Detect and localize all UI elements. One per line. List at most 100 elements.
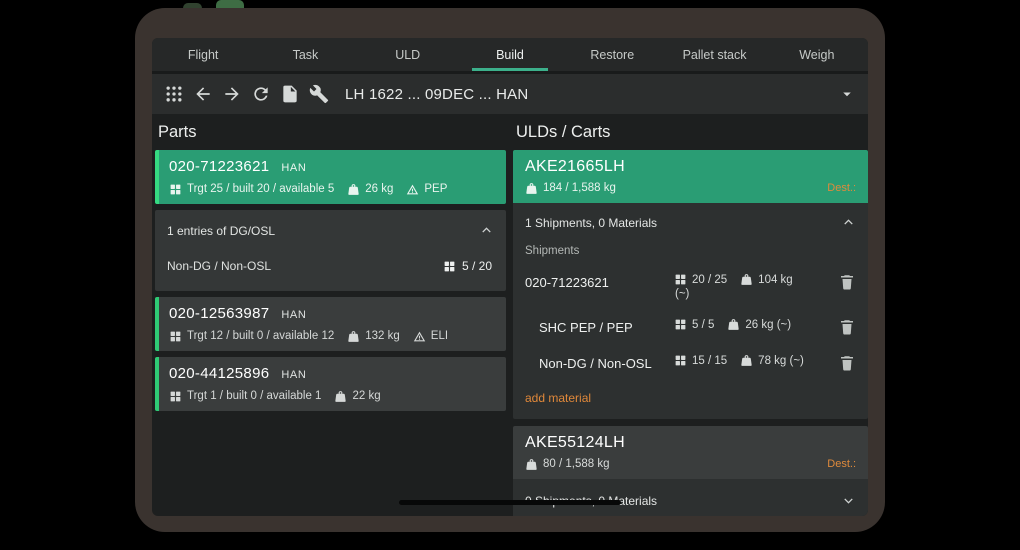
part-shc: ELI xyxy=(430,330,449,342)
uld-card-body: 0 Shipments, 0 Materials xyxy=(513,479,868,516)
shipment-label: SHC PEP / PEP xyxy=(539,320,633,335)
weight-icon xyxy=(525,182,538,195)
part-stats: Trgt 1 / built 0 / available 1 xyxy=(187,390,322,402)
weight-icon xyxy=(727,318,740,331)
uld-card: AKE21665LH 184 / 1,588 kg Dest.: 1 Shipm… xyxy=(513,150,868,419)
shipment-count: 20 / 25 xyxy=(692,273,728,286)
dropdown-caret-icon[interactable] xyxy=(838,85,856,103)
uld-weight: 184 / 1,588 kg xyxy=(543,182,616,194)
delete-icon[interactable] xyxy=(838,273,856,291)
part-id: 020-71223621 xyxy=(169,158,270,175)
weight-icon xyxy=(334,390,347,403)
uld-summary-row[interactable]: 1 Shipments, 0 Materials xyxy=(513,203,868,242)
uld-id: AKE21665LH xyxy=(525,158,625,175)
document-icon[interactable] xyxy=(280,84,300,104)
pieces-icon xyxy=(674,354,687,367)
flight-selector-title[interactable]: LH 1622 ... 09DEC ... HAN xyxy=(345,86,528,103)
uld-card-body: 1 Shipments, 0 Materials Shipments 020-7… xyxy=(513,203,868,419)
part-card[interactable]: 020-44125896 HAN Trgt 1 / built 0 / avai… xyxy=(155,357,506,411)
chevron-up-icon xyxy=(479,223,494,238)
dg-panel-header[interactable]: 1 entries of DG/OSL xyxy=(155,210,506,251)
tab-pallet-stack-label: Pallet stack xyxy=(682,47,747,62)
tab-restore[interactable]: Restore xyxy=(561,38,663,71)
warning-icon xyxy=(406,183,419,196)
tab-flight[interactable]: Flight xyxy=(152,38,254,71)
uld-card-header[interactable]: AKE21665LH 184 / 1,588 kg Dest.: xyxy=(513,150,868,203)
tab-task[interactable]: Task xyxy=(254,38,356,71)
tab-build-label: Build xyxy=(496,47,524,62)
app-screen: Flight Task ULD Build Restore Pallet sta… xyxy=(152,38,868,516)
shipment-count: 5 / 5 xyxy=(692,318,715,331)
uld-summary: 1 Shipments, 0 Materials xyxy=(525,215,658,230)
tab-weigh[interactable]: Weigh xyxy=(766,38,868,71)
uld-summary-row[interactable]: 0 Shipments, 0 Materials xyxy=(513,479,868,516)
part-stats: Trgt 25 / built 20 / available 5 xyxy=(187,183,335,195)
parts-column: Parts 020-71223621 HAN Trgt 25 / built 2… xyxy=(152,114,510,516)
shipment-weight-note: (~) xyxy=(675,288,690,300)
shipment-weight: 26 kg (~) xyxy=(745,318,792,331)
tab-uld[interactable]: ULD xyxy=(357,38,459,71)
wrench-icon[interactable] xyxy=(309,84,329,104)
uld-weight: 80 / 1,588 kg xyxy=(543,458,610,470)
delete-icon[interactable] xyxy=(838,354,856,372)
uld-dest-label: Dest.: xyxy=(827,182,856,194)
tab-weigh-label: Weigh xyxy=(799,47,835,62)
warning-icon xyxy=(413,330,426,343)
dg-panel-title: 1 entries of DG/OSL xyxy=(167,223,276,238)
part-weight: 22 kg xyxy=(352,390,381,402)
dg-row-label: Non-DG / Non-OSL xyxy=(167,259,272,273)
shipments-section-label: Shipments xyxy=(525,245,580,257)
weight-icon xyxy=(740,273,753,286)
refresh-icon[interactable] xyxy=(251,84,271,104)
apps-grid-icon[interactable] xyxy=(164,84,184,104)
dg-panel: 1 entries of DG/OSL Non-DG / Non-OSL 5 /… xyxy=(155,210,506,291)
weight-icon xyxy=(740,354,753,367)
back-arrow-icon[interactable] xyxy=(193,84,213,104)
weight-icon xyxy=(347,330,360,343)
part-dest: HAN xyxy=(281,369,307,381)
pieces-icon xyxy=(169,390,182,403)
ulds-column: ULDs / Carts AKE21665LH 184 / 1,588 kg D… xyxy=(510,114,868,516)
forward-arrow-icon[interactable] xyxy=(222,84,242,104)
tab-flight-label: Flight xyxy=(187,47,219,62)
add-material-link[interactable]: add material xyxy=(513,381,868,419)
tab-restore-label: Restore xyxy=(590,47,635,62)
home-indicator[interactable] xyxy=(399,500,621,505)
delete-icon[interactable] xyxy=(838,318,856,336)
part-weight: 132 kg xyxy=(365,330,400,342)
tab-uld-label: ULD xyxy=(395,47,421,62)
shipment-weight: 104 kg xyxy=(758,273,793,286)
tablet-frame: Flight Task ULD Build Restore Pallet sta… xyxy=(135,8,885,532)
weight-icon xyxy=(525,458,538,471)
parts-header: Parts xyxy=(158,123,197,141)
pieces-icon xyxy=(674,273,687,286)
tab-bar: Flight Task ULD Build Restore Pallet sta… xyxy=(152,38,868,71)
part-id: 020-44125896 xyxy=(169,365,270,382)
tab-task-label: Task xyxy=(292,47,319,62)
part-card-selected[interactable]: 020-71223621 HAN Trgt 25 / built 20 / av… xyxy=(155,150,506,204)
ulds-header: ULDs / Carts xyxy=(516,123,611,141)
part-card[interactable]: 020-12563987 HAN Trgt 12 / built 0 / ava… xyxy=(155,297,506,351)
part-shc: PEP xyxy=(424,183,448,195)
uld-card-header[interactable]: AKE55124LH 80 / 1,588 kg Dest.: xyxy=(513,426,868,479)
dg-row-count: 5 / 20 xyxy=(461,259,492,273)
tab-build[interactable]: Build xyxy=(459,38,561,71)
chevron-down-icon xyxy=(841,493,856,508)
tab-pallet-stack[interactable]: Pallet stack xyxy=(663,38,765,71)
pieces-icon xyxy=(169,183,182,196)
pieces-icon xyxy=(674,318,687,331)
part-stats: Trgt 12 / built 0 / available 12 xyxy=(187,330,335,342)
shipment-row: 020-71223621 20 / 25 104 kg (~) xyxy=(513,264,868,309)
pieces-icon xyxy=(443,260,456,273)
shipment-row: SHC PEP / PEP 5 / 5 26 kg (~) xyxy=(513,309,868,345)
uld-dest-label: Dest.: xyxy=(827,458,856,470)
pieces-icon xyxy=(169,330,182,343)
shipment-weight: 78 kg (~) xyxy=(758,354,804,367)
dg-row: Non-DG / Non-OSL 5 / 20 xyxy=(155,251,506,291)
shipment-row: Non-DG / Non-OSL 15 / 15 78 kg (~) xyxy=(513,345,868,381)
shipment-count: 15 / 15 xyxy=(692,354,728,367)
uld-id: AKE55124LH xyxy=(525,434,625,451)
chevron-up-icon xyxy=(841,215,856,230)
toolbar: LH 1622 ... 09DEC ... HAN xyxy=(152,74,868,114)
shipment-label: 020-71223621 xyxy=(525,275,609,290)
